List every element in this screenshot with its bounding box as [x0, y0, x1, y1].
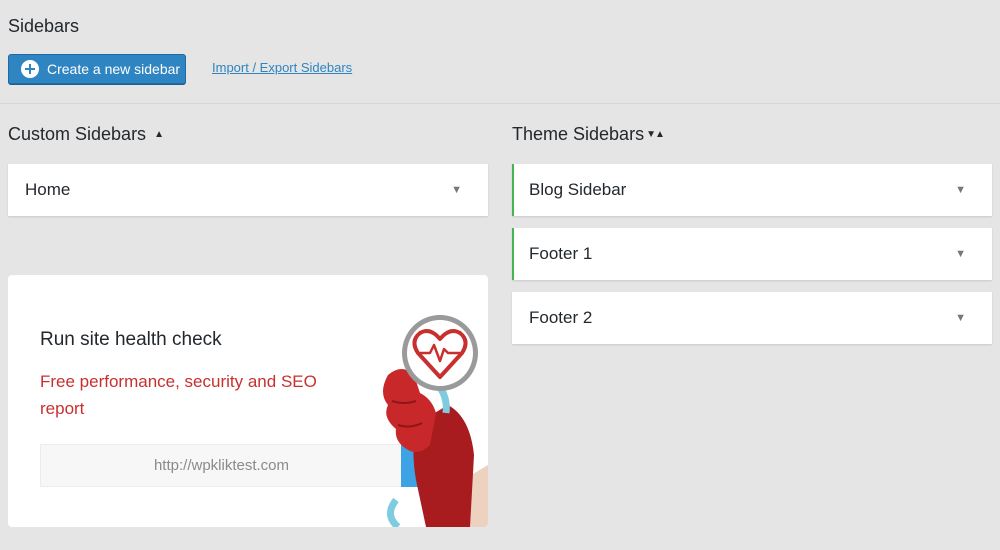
custom-sidebars-heading: Custom Sidebars ▲: [8, 124, 164, 145]
chevron-down-icon[interactable]: ▼: [451, 184, 462, 196]
theme-sidebar-footer-1[interactable]: Footer 1 ▼: [512, 228, 992, 280]
theme-sidebars-title: Theme Sidebars: [512, 124, 645, 144]
sidebar-label: Blog Sidebar: [529, 180, 627, 199]
custom-sidebars-title: Custom Sidebars: [8, 124, 147, 144]
chevron-down-icon[interactable]: ▼: [955, 312, 966, 324]
health-check-title: Run site health check: [40, 329, 222, 350]
page-title: Sidebars: [8, 16, 80, 36]
plus-circle-icon: [21, 60, 39, 78]
sidebar-label: Footer 2: [529, 308, 593, 327]
site-url-input[interactable]: [40, 444, 402, 487]
custom-sidebar-home[interactable]: Home ▼: [8, 164, 488, 216]
health-check-card: Run site health check Free performance, …: [8, 275, 488, 527]
sidebar-label: Home: [25, 180, 71, 199]
theme-sidebars-heading: Theme Sidebars ▼▲: [512, 124, 665, 145]
create-sidebar-button[interactable]: Create a new sidebar: [8, 54, 186, 84]
theme-sidebar-footer-2[interactable]: Footer 2 ▼: [512, 292, 992, 344]
sidebar-label: Footer 1: [529, 244, 593, 263]
theme-sidebar-blog-sidebar[interactable]: Blog Sidebar ▼: [512, 164, 992, 216]
sort-toggle-icon[interactable]: ▼▲: [646, 129, 665, 140]
chevron-down-icon[interactable]: ▼: [955, 184, 966, 196]
create-sidebar-label: Create a new sidebar: [47, 61, 181, 77]
health-check-subtitle: Free performance, security and SEO repor…: [40, 372, 317, 418]
import-export-link[interactable]: Import / Export Sidebars: [212, 60, 352, 75]
stethoscope-illustration: [383, 315, 488, 527]
chevron-down-icon[interactable]: ▼: [955, 248, 966, 260]
page-header: Sidebars Create a new sidebar Import / E…: [0, 0, 1000, 104]
sort-up-icon[interactable]: ▲: [154, 129, 164, 140]
